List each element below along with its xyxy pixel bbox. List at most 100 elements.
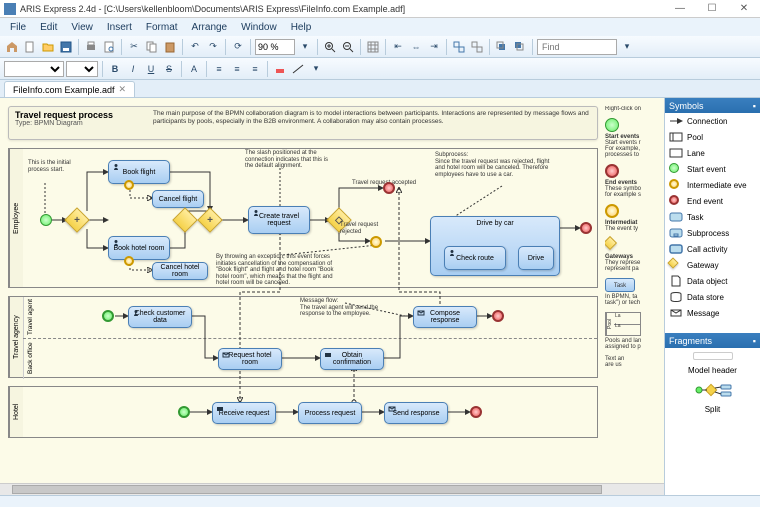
- symbol-message[interactable]: Message: [665, 305, 760, 321]
- zoom-dropdown[interactable]: ▾: [297, 39, 313, 55]
- task-drive[interactable]: Drive: [518, 246, 554, 270]
- align-right-button[interactable]: ⇥: [426, 39, 442, 55]
- menu-format[interactable]: Format: [140, 20, 184, 35]
- symbol-task[interactable]: Task: [665, 209, 760, 225]
- menu-help[interactable]: Help: [285, 20, 318, 35]
- task-request-hotel[interactable]: Request hotel room: [218, 348, 282, 370]
- strike-button[interactable]: S: [161, 61, 177, 77]
- minimize-button[interactable]: —: [668, 2, 692, 16]
- font-family-select[interactable]: [4, 61, 64, 77]
- copy-button[interactable]: [144, 39, 160, 55]
- symbol-connection[interactable]: Connection: [665, 113, 760, 129]
- find-button[interactable]: ▾: [619, 39, 635, 55]
- intermediate-throw-compensation[interactable]: [370, 236, 382, 248]
- message-start-event-hotel[interactable]: [178, 406, 190, 418]
- symbol-start-event[interactable]: Start event: [665, 161, 760, 177]
- home-button[interactable]: [4, 39, 20, 55]
- symbols-panel-header[interactable]: Symbols ▪: [665, 98, 760, 113]
- boundary-compensation-hotel[interactable]: [124, 256, 134, 266]
- end-event-employee[interactable]: [580, 222, 592, 234]
- zoom-in-button[interactable]: [322, 39, 338, 55]
- text-align-center-button[interactable]: ≡: [229, 61, 245, 77]
- refresh-button[interactable]: ⟳: [230, 39, 246, 55]
- close-button[interactable]: ✕: [732, 2, 756, 16]
- symbol-call-activity[interactable]: Call activity: [665, 241, 760, 257]
- menu-edit[interactable]: Edit: [34, 20, 63, 35]
- toolbar-format: B I U S A ≡ ≡ ≡ ▾: [0, 58, 760, 80]
- fill-color-button[interactable]: [272, 61, 288, 77]
- text-align-left-button[interactable]: ≡: [211, 61, 227, 77]
- fragments-panel-close-icon[interactable]: ▪: [753, 336, 756, 346]
- symbol-data-object[interactable]: Data object: [665, 273, 760, 289]
- print-preview-button[interactable]: [101, 39, 117, 55]
- font-color-button[interactable]: A: [186, 61, 202, 77]
- end-event-agency[interactable]: [492, 310, 504, 322]
- font-size-select[interactable]: [66, 61, 98, 77]
- start-event-employee[interactable]: [40, 214, 52, 226]
- cut-button[interactable]: ✂: [126, 39, 142, 55]
- italic-button[interactable]: I: [125, 61, 141, 77]
- align-left-button[interactable]: ⇤: [390, 39, 406, 55]
- end-event-accepted[interactable]: [383, 182, 395, 194]
- boundary-compensation-flight[interactable]: [124, 180, 134, 190]
- task-create-request[interactable]: Create travel request: [248, 206, 310, 234]
- task-cancel-hotel[interactable]: Cancel hotel room: [152, 262, 208, 280]
- group-button[interactable]: [451, 39, 467, 55]
- bold-button[interactable]: B: [107, 61, 123, 77]
- task-process-request[interactable]: Process request: [298, 402, 362, 424]
- message-start-event-agency[interactable]: [102, 310, 114, 322]
- task-check-route[interactable]: Check route: [444, 246, 506, 270]
- menu-arrange[interactable]: Arrange: [186, 20, 234, 35]
- task-receive-request[interactable]: Receive request: [212, 402, 276, 424]
- undo-button[interactable]: ↶: [187, 39, 203, 55]
- task-obtain-confirm[interactable]: Obtain confirmation: [320, 348, 384, 370]
- underline-button[interactable]: U: [143, 61, 159, 77]
- print-button[interactable]: [83, 39, 99, 55]
- task-cancel-flight[interactable]: Cancel flight: [152, 190, 204, 208]
- symbol-pool[interactable]: Pool: [665, 129, 760, 145]
- save-button[interactable]: [58, 39, 74, 55]
- symbols-panel-close-icon[interactable]: ▪: [753, 101, 756, 111]
- task-book-hotel[interactable]: Book hotel room: [108, 236, 170, 260]
- symbol-data-store[interactable]: Data store: [665, 289, 760, 305]
- paste-button[interactable]: [162, 39, 178, 55]
- fragment-split-preview[interactable]: [693, 381, 733, 399]
- ungroup-button[interactable]: [469, 39, 485, 55]
- line-color-button[interactable]: [290, 61, 306, 77]
- fragments-panel-header[interactable]: Fragments ▪: [665, 333, 760, 348]
- menu-insert[interactable]: Insert: [101, 20, 138, 35]
- task-send-response[interactable]: Send response: [384, 402, 448, 424]
- grid-button[interactable]: [365, 39, 381, 55]
- text-align-right-button[interactable]: ≡: [247, 61, 263, 77]
- menu-file[interactable]: File: [4, 20, 32, 35]
- canvas[interactable]: Travel request process Type: BPMN Diagra…: [0, 98, 664, 495]
- symbol-subprocess[interactable]: Subprocess: [665, 225, 760, 241]
- task-book-flight[interactable]: Book flight: [108, 160, 170, 184]
- end-event-hotel[interactable]: [470, 406, 482, 418]
- maximize-button[interactable]: ☐: [700, 2, 724, 16]
- horizontal-scrollbar[interactable]: [0, 483, 664, 495]
- scrollbar-thumb[interactable]: [12, 485, 602, 494]
- bring-front-button[interactable]: [494, 39, 510, 55]
- redo-button[interactable]: ↷: [205, 39, 221, 55]
- align-center-button[interactable]: ⇔: [408, 39, 424, 55]
- open-button[interactable]: [40, 39, 56, 55]
- fragment-model-header-preview[interactable]: [693, 352, 733, 360]
- symbol-end-event[interactable]: End event: [665, 193, 760, 209]
- find-input[interactable]: [537, 39, 617, 55]
- symbol-lane[interactable]: Lane: [665, 145, 760, 161]
- diagram-description: The main purpose of the BPMN collaborati…: [153, 110, 591, 136]
- zoom-input[interactable]: [255, 39, 295, 55]
- task-compose-response[interactable]: Compose response: [413, 306, 477, 328]
- tab-close-icon[interactable]: ✕: [119, 84, 127, 95]
- menu-view[interactable]: View: [65, 20, 99, 35]
- line-weight-button[interactable]: ▾: [308, 61, 324, 77]
- document-tab[interactable]: FileInfo.com Example.adf ✕: [4, 81, 135, 97]
- new-button[interactable]: [22, 39, 38, 55]
- task-check-customer[interactable]: Check customer data: [128, 306, 192, 328]
- send-back-button[interactable]: [512, 39, 528, 55]
- symbol-intermediate-event[interactable]: Intermediate eve: [665, 177, 760, 193]
- symbol-gateway[interactable]: Gateway: [665, 257, 760, 273]
- menu-window[interactable]: Window: [235, 20, 283, 35]
- zoom-out-button[interactable]: [340, 39, 356, 55]
